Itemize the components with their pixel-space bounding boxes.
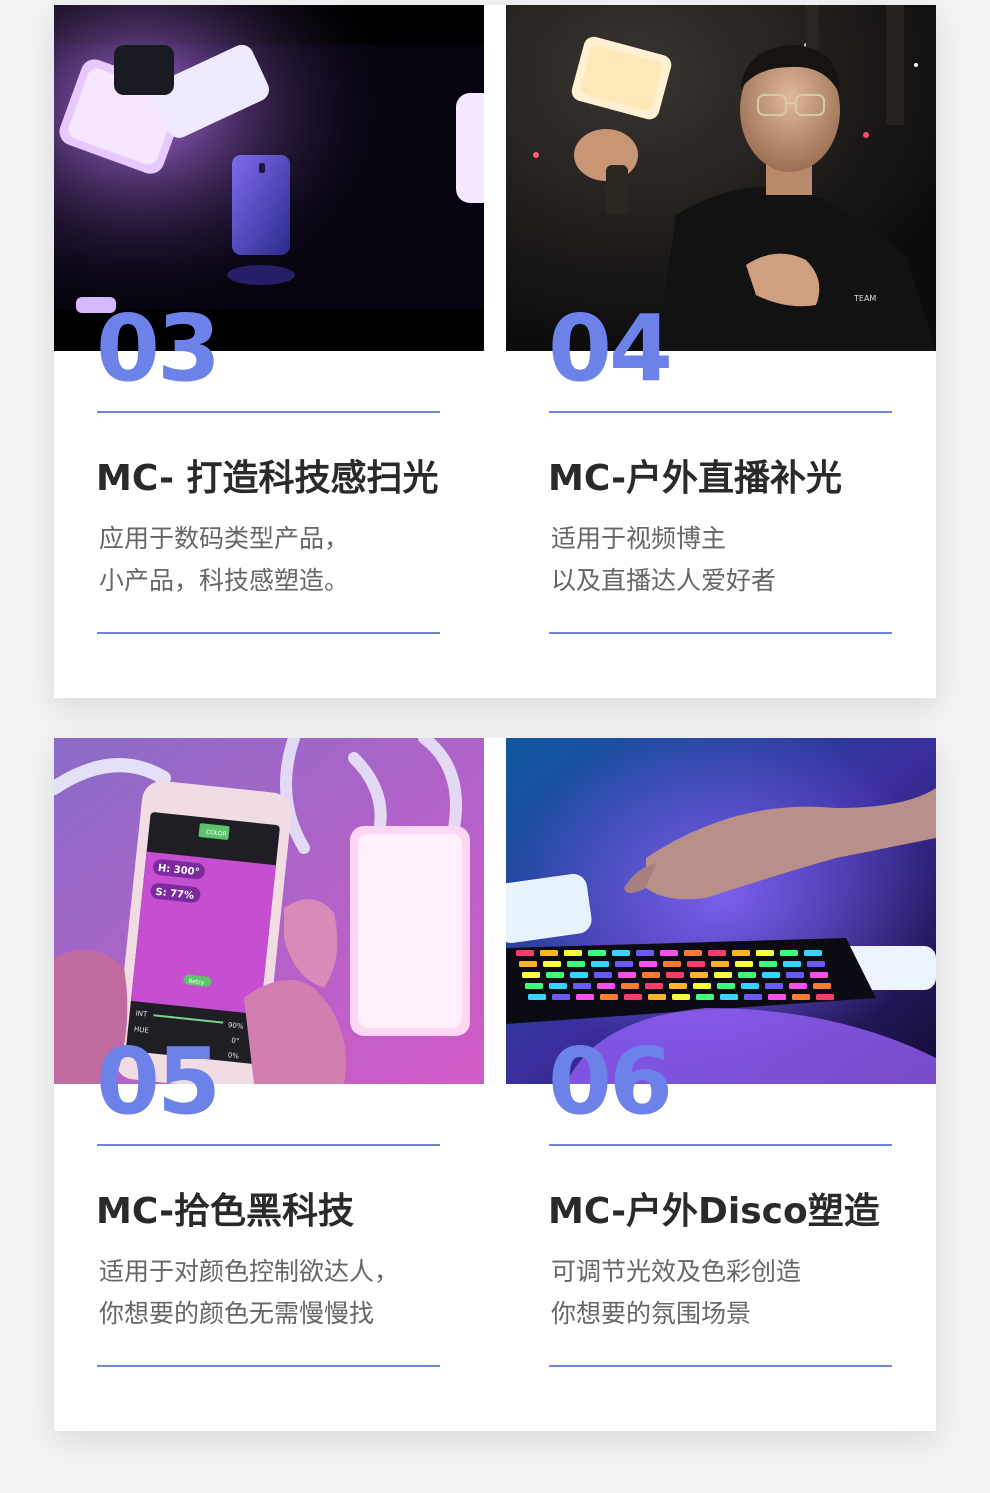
divider-bottom (549, 1365, 892, 1367)
card-title: MC- 打造科技感扫光 (96, 458, 439, 499)
description-line: 你想要的颜色无需慢慢找 (99, 1299, 375, 1328)
description-line: 你想要的氛围场景 (551, 1299, 752, 1328)
divider-top (97, 1144, 440, 1146)
divider-top (549, 1144, 892, 1146)
card-title: MC-拾色黑科技 (96, 1191, 355, 1232)
card-description: 应用于数码类型产品， 小产品，科技感塑造。 (99, 518, 349, 602)
description-line: 适用于对颜色控制欲达人， (99, 1257, 400, 1286)
tshirt-label: TEAM (853, 294, 876, 303)
app-third-value: 0% (227, 1051, 239, 1060)
card-number: 06 (548, 1028, 673, 1135)
card-number: 04 (548, 295, 673, 402)
description-line: 小产品，科技感塑造。 (99, 566, 350, 595)
app-int-value: 90% (228, 1021, 245, 1031)
description-line: 适用于视频博主 (551, 524, 727, 553)
card-description: 适用于视频博主 以及直播达人爱好者 (551, 518, 776, 602)
card-number: 03 (96, 295, 221, 402)
feature-panel-bottom: COLOR H: 300° S: 77% Retry INT HUE 90% 0… (54, 738, 936, 1431)
divider-top (549, 411, 892, 413)
card-number: 05 (96, 1028, 221, 1135)
description-line: 应用于数码类型产品， (99, 524, 350, 553)
feature-card-06: 06 MC-户外Disco塑造 可调节光效及色彩创造 你想要的氛围场景 (506, 738, 936, 1431)
divider-top (97, 411, 440, 413)
divider-bottom (97, 1365, 440, 1367)
divider-bottom (549, 632, 892, 634)
feature-panel-top: 03 MC- 打造科技感扫光 应用于数码类型产品， 小产品，科技感塑造。 TEA… (54, 5, 936, 698)
card-title: MC-户外直播补光 (548, 458, 843, 499)
feature-card-05: COLOR H: 300° S: 77% Retry INT HUE 90% 0… (54, 738, 484, 1431)
description-line: 以及直播达人爱好者 (551, 566, 777, 595)
description-line: 可调节光效及色彩创造 (551, 1257, 802, 1286)
card-description: 可调节光效及色彩创造 你想要的氛围场景 (551, 1251, 801, 1335)
feature-card-03: 03 MC- 打造科技感扫光 应用于数码类型产品， 小产品，科技感塑造。 (54, 5, 484, 698)
card-description: 适用于对颜色控制欲达人， 你想要的颜色无需慢慢找 (99, 1251, 399, 1335)
app-int-label: INT (135, 1009, 148, 1018)
divider-bottom (97, 632, 440, 634)
card-title: MC-户外Disco塑造 (548, 1191, 880, 1232)
app-second-value: 0° (231, 1037, 240, 1046)
feature-card-04: TEAM 04 MC-户外直播补光 适用于视频博主 以及直播达人爱好者 (506, 5, 936, 698)
